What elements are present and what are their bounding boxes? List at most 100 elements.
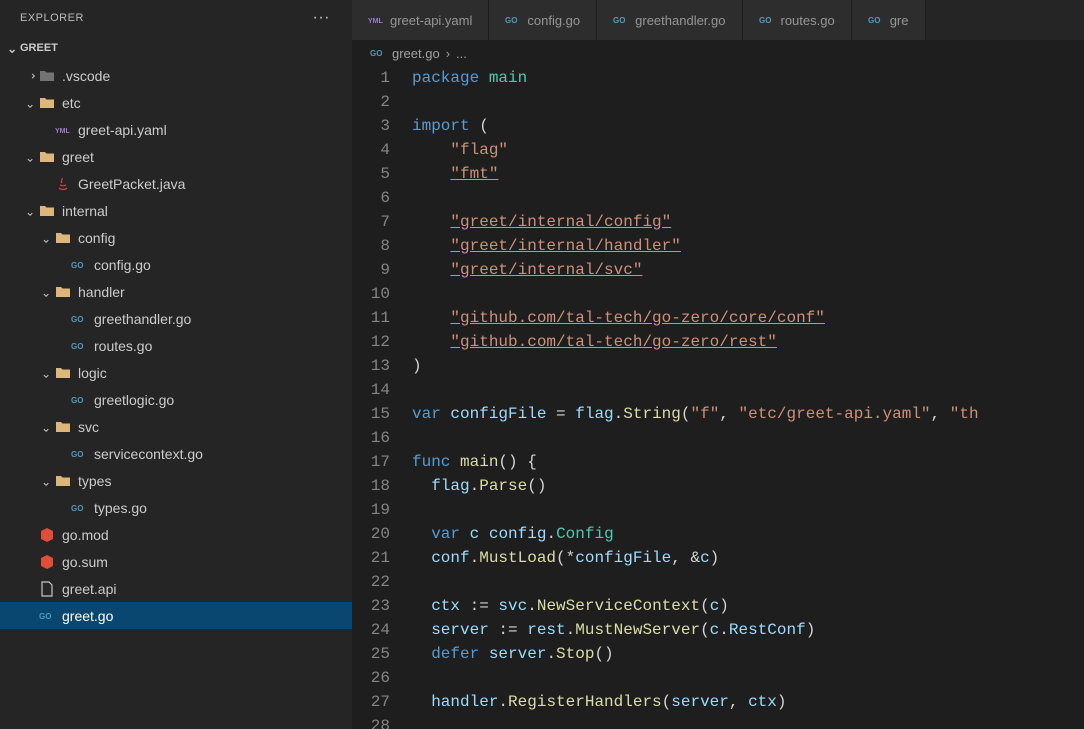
chevron-down-icon[interactable]	[22, 150, 38, 164]
code-content[interactable]: package main import ( "flag" "fmt" "gree…	[412, 66, 1084, 729]
editor-tab[interactable]: GOgreethandler.go	[597, 0, 742, 40]
code-line[interactable]: package main	[412, 66, 1084, 90]
editor-tab[interactable]: GOconfig.go	[489, 0, 597, 40]
line-number: 8	[352, 234, 390, 258]
chevron-down-icon[interactable]	[22, 204, 38, 218]
file-tree-label: greet-api.yaml	[78, 122, 167, 138]
code-line[interactable]: "greet/internal/svc"	[412, 258, 1084, 282]
file-tree-folder[interactable]: greet	[0, 143, 352, 170]
code-line[interactable]: )	[412, 354, 1084, 378]
folder-icon	[38, 148, 56, 166]
code-line[interactable]	[412, 186, 1084, 210]
code-line[interactable]: defer server.Stop()	[412, 642, 1084, 666]
line-number: 23	[352, 594, 390, 618]
file-tree-file[interactable]: GOconfig.go	[0, 251, 352, 278]
more-icon[interactable]: ···	[309, 7, 334, 29]
line-number: 14	[352, 378, 390, 402]
go-icon: GO	[70, 310, 88, 328]
breadcrumbs[interactable]: GO greet.go › ...	[352, 40, 1084, 66]
folder-icon	[54, 472, 72, 490]
pkg-icon	[38, 553, 56, 571]
chevron-down-icon[interactable]	[38, 474, 54, 488]
file-tree-folder[interactable]: config	[0, 224, 352, 251]
code-line[interactable]	[412, 90, 1084, 114]
file-tree-folder[interactable]: svc	[0, 413, 352, 440]
go-icon: GO	[70, 256, 88, 274]
file-tree-folder[interactable]: etc	[0, 89, 352, 116]
file-tree-folder[interactable]: logic	[0, 359, 352, 386]
chevron-down-icon[interactable]	[38, 285, 54, 299]
code-line[interactable]	[412, 666, 1084, 690]
code-line[interactable]: flag.Parse()	[412, 474, 1084, 498]
folder-icon	[38, 202, 56, 220]
editor-tab[interactable]: GOgre	[852, 0, 926, 40]
code-line[interactable]: var configFile = flag.String("f", "etc/g…	[412, 402, 1084, 426]
file-tree-label: internal	[62, 203, 108, 219]
line-number: 16	[352, 426, 390, 450]
file-tree-label: .vscode	[62, 68, 110, 84]
file-tree-file[interactable]: go.mod	[0, 521, 352, 548]
file-tree-file[interactable]: GreetPacket.java	[0, 170, 352, 197]
editor-tab[interactable]: YMLgreet-api.yaml	[352, 0, 489, 40]
project-section-header[interactable]: GREET	[0, 36, 352, 60]
line-number: 17	[352, 450, 390, 474]
chevron-down-icon[interactable]	[38, 231, 54, 245]
line-number: 13	[352, 354, 390, 378]
go-icon: GO	[70, 337, 88, 355]
file-tree-file[interactable]: GOgreethandler.go	[0, 305, 352, 332]
code-line[interactable]	[412, 282, 1084, 306]
svg-text:YML: YML	[55, 128, 71, 135]
line-number: 26	[352, 666, 390, 690]
editor-tab[interactable]: GOroutes.go	[743, 0, 852, 40]
code-line[interactable]	[412, 378, 1084, 402]
file-tree-folder[interactable]: handler	[0, 278, 352, 305]
code-line[interactable]: conf.MustLoad(*configFile, &c)	[412, 546, 1084, 570]
file-tree-folder[interactable]: internal	[0, 197, 352, 224]
code-line[interactable]	[412, 426, 1084, 450]
file-tree-folder[interactable]: .vscode	[0, 62, 352, 89]
chevron-down-icon[interactable]	[38, 366, 54, 380]
file-tree-folder[interactable]: types	[0, 467, 352, 494]
line-number: 20	[352, 522, 390, 546]
chevron-down-icon[interactable]	[38, 420, 54, 434]
editor-area: YMLgreet-api.yamlGOconfig.goGOgreethandl…	[352, 0, 1084, 729]
line-number: 3	[352, 114, 390, 138]
code-line[interactable]: ctx := svc.NewServiceContext(c)	[412, 594, 1084, 618]
line-number: 1	[352, 66, 390, 90]
file-tree-file[interactable]: GOtypes.go	[0, 494, 352, 521]
file-tree-file[interactable]: GOgreet.go	[0, 602, 352, 629]
file-tree-label: routes.go	[94, 338, 152, 354]
code-line[interactable]: var c config.Config	[412, 522, 1084, 546]
code-line[interactable]: "greet/internal/handler"	[412, 234, 1084, 258]
go-icon: GO	[868, 12, 884, 28]
code-line[interactable]	[412, 498, 1084, 522]
folder-icon	[54, 364, 72, 382]
code-line[interactable]	[412, 714, 1084, 729]
file-tree-file[interactable]: GO routes.go	[0, 332, 352, 359]
code-line[interactable]: import (	[412, 114, 1084, 138]
code-line[interactable]: func main() {	[412, 450, 1084, 474]
file-tree-label: logic	[78, 365, 107, 381]
line-number: 10	[352, 282, 390, 306]
file-tree-label: types.go	[94, 500, 147, 516]
file-tree-file[interactable]: GOservicecontext.go	[0, 440, 352, 467]
code-line[interactable]: "github.com/tal-tech/go-zero/rest"	[412, 330, 1084, 354]
chevron-down-icon[interactable]	[22, 96, 38, 110]
tab-label: config.go	[527, 13, 580, 28]
svg-text:GO: GO	[71, 342, 83, 351]
go-icon: GO	[70, 391, 88, 409]
code-line[interactable]: "flag"	[412, 138, 1084, 162]
chevron-right-icon[interactable]	[22, 69, 38, 83]
code-line[interactable]: handler.RegisterHandlers(server, ctx)	[412, 690, 1084, 714]
code-line[interactable]	[412, 570, 1084, 594]
code-line[interactable]: server := rest.MustNewServer(c.RestConf)	[412, 618, 1084, 642]
file-tree-file[interactable]: GOgreetlogic.go	[0, 386, 352, 413]
code-line[interactable]: "fmt"	[412, 162, 1084, 186]
code-line[interactable]: "github.com/tal-tech/go-zero/core/conf"	[412, 306, 1084, 330]
file-tree-file[interactable]: go.sum	[0, 548, 352, 575]
file-tree-file[interactable]: YML greet-api.yaml	[0, 116, 352, 143]
code-line[interactable]: "greet/internal/config"	[412, 210, 1084, 234]
file-tree-file[interactable]: greet.api	[0, 575, 352, 602]
code-editor[interactable]: 1234567891011121314151617181920212223242…	[352, 66, 1084, 729]
file-tree-label: types	[78, 473, 111, 489]
